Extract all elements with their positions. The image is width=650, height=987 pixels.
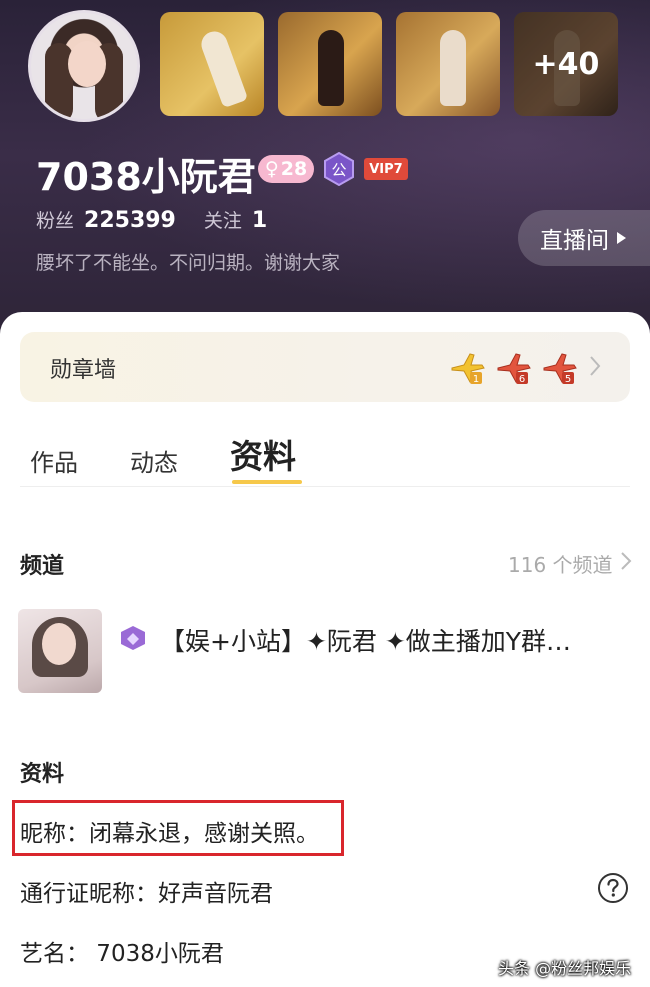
female-icon: ♀ <box>264 158 279 180</box>
age-value: 28 <box>280 158 308 180</box>
nickname-line: 昵称：闭幕永退，感谢关照。 <box>20 821 319 847</box>
profile-content-sheet: 勋章墙 1 6 5 作品 动态 资料 频道 116 个频道 【娱+小站】✦阮君 … <box>0 312 650 987</box>
profile-photo-more[interactable]: +40 <box>514 12 618 116</box>
channel-section-title: 频道 <box>20 554 65 579</box>
plane-red-medal-icon: 5 <box>543 353 577 385</box>
vip-badge[interactable]: VIP7 <box>364 158 408 180</box>
channel-crown-icon <box>121 626 145 650</box>
channel-count-link[interactable]: 116 个频道 <box>508 549 613 578</box>
public-badge-label: 公 <box>331 161 346 179</box>
thumbnail-face <box>42 623 76 665</box>
profile-stats: 粉丝 225399 关注 1 <box>36 206 295 233</box>
channel-thumbnail[interactable] <box>18 609 102 693</box>
more-photos-count: +40 <box>514 12 618 116</box>
following-label: 关注 <box>203 210 242 232</box>
public-badge-icon[interactable]: 公 <box>322 152 356 186</box>
info-section-title: 资料 <box>20 762 65 787</box>
chevron-right-icon[interactable] <box>620 550 632 572</box>
live-room-label: 直播间 <box>540 228 609 254</box>
avatar-face <box>68 41 106 87</box>
help-icon[interactable] <box>597 872 629 904</box>
profile-photo[interactable] <box>396 12 500 116</box>
pass-nickname-line: 通行证昵称：好声音阮君 <box>20 881 273 907</box>
profile-photo[interactable] <box>278 12 382 116</box>
stage-name-line: 艺名： 7038小阮君 <box>20 941 224 967</box>
play-arrow-icon <box>617 232 626 244</box>
medal-level: 1 <box>473 374 479 385</box>
fans-label: 粉丝 <box>36 210 75 232</box>
chevron-right-icon <box>590 356 601 376</box>
tab-works[interactable]: 作品 <box>30 443 78 478</box>
gender-age-badge: ♀ 28 <box>258 155 314 183</box>
active-tab-indicator <box>232 480 302 484</box>
avatar[interactable] <box>28 10 140 122</box>
profile-header: +40 7038小阮君 ♀ 28 公 VIP7 粉丝 225399 关注 1 腰… <box>0 0 650 345</box>
profile-tabs: 作品 动态 资料 <box>30 430 348 478</box>
plane-red-medal-icon: 6 <box>497 353 531 385</box>
live-room-button[interactable]: 直播间 <box>518 210 650 266</box>
profile-bio: 腰坏了不能坐。不问归期。谢谢大家 <box>36 252 341 274</box>
following-count[interactable]: 1 <box>252 208 267 233</box>
medal-level: 6 <box>519 374 525 385</box>
profile-photo[interactable] <box>160 12 264 116</box>
tab-profile-info[interactable]: 资料 <box>230 430 296 478</box>
username: 7038小阮君 <box>36 155 256 199</box>
medal-wall[interactable]: 勋章墙 1 6 5 <box>20 332 630 402</box>
medal-list: 1 6 5 <box>448 350 578 386</box>
channel-name[interactable]: 【娱+小站】✦阮君 ✦做主播加Y群… <box>160 622 620 658</box>
plane-gold-medal-icon: 1 <box>451 353 485 385</box>
medal-wall-title: 勋章墙 <box>50 358 117 383</box>
tab-moments[interactable]: 动态 <box>130 443 178 478</box>
watermark: 头条 @粉丝邦娱乐 <box>498 959 632 978</box>
medal-level: 5 <box>565 374 571 385</box>
fans-count[interactable]: 225399 <box>84 208 176 233</box>
tab-divider <box>20 486 630 487</box>
